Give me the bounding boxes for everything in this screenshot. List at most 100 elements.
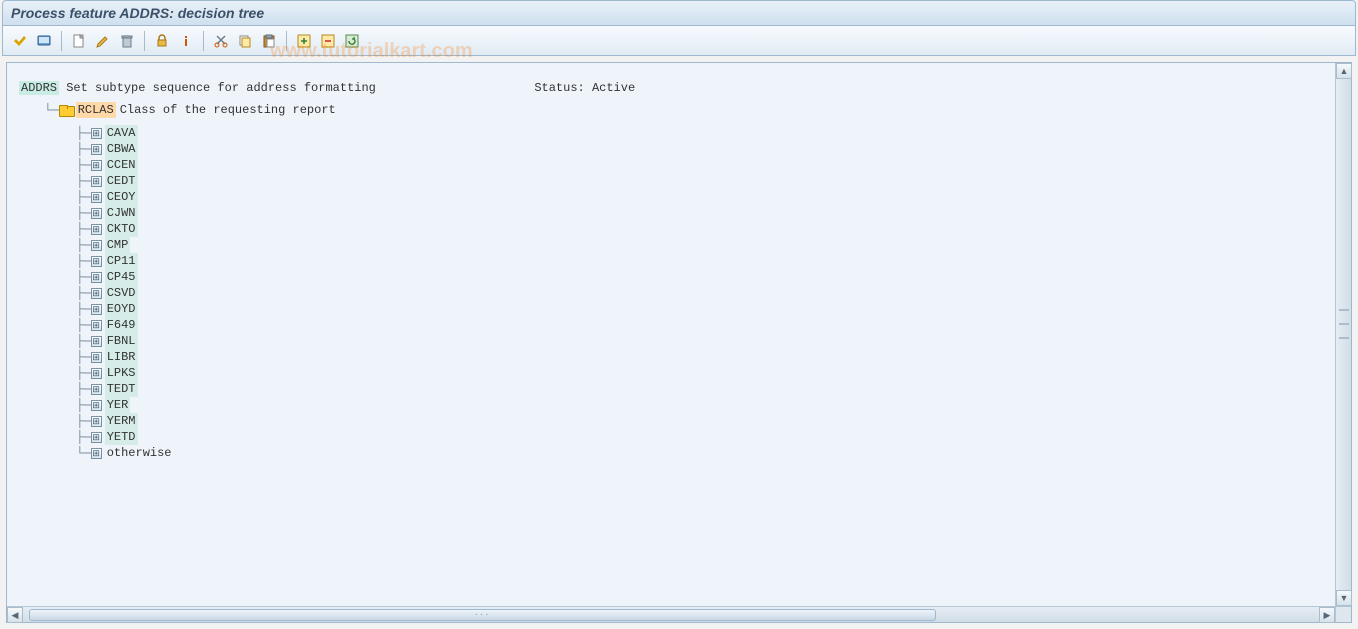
expand-icon[interactable]: ⊞ <box>91 448 102 459</box>
leaf-label[interactable]: CCEN <box>105 157 138 173</box>
lock-icon[interactable] <box>151 30 173 52</box>
leaf-label[interactable]: FBNL <box>105 333 138 349</box>
tree-leaf-row[interactable]: └─⊞otherwise <box>7 445 1335 461</box>
expand-icon[interactable]: ⊞ <box>91 416 102 427</box>
tree-leaf-row[interactable]: ├─⊞CAVA <box>7 125 1335 141</box>
expand-icon[interactable]: ⊞ <box>91 208 102 219</box>
tree-connector: ├─ <box>69 205 91 221</box>
tree-leaf-row[interactable]: ├─⊞FBNL <box>7 333 1335 349</box>
expand-icon[interactable]: ⊞ <box>91 144 102 155</box>
scroll-left-button[interactable]: ◀ <box>7 607 23 623</box>
leaf-label[interactable]: YETD <box>105 429 138 445</box>
tree-leaf-row[interactable]: ├─⊞YETD <box>7 429 1335 445</box>
tree-leaf-row[interactable]: ├─⊞LIBR <box>7 349 1335 365</box>
leaf-label[interactable]: CMP <box>105 237 131 253</box>
hscroll-thumb[interactable] <box>29 609 936 621</box>
leaf-label[interactable]: CEDT <box>105 173 138 189</box>
tree-root-row[interactable]: ADDRS Set subtype sequence for address f… <box>7 81 1335 95</box>
leaf-label[interactable]: TEDT <box>105 381 138 397</box>
expand-icon[interactable]: ⊞ <box>91 352 102 363</box>
tree-leaf-row[interactable]: ├─⊞LPKS <box>7 365 1335 381</box>
expand-icon[interactable]: ⊞ <box>91 288 102 299</box>
leaf-container: ├─⊞CAVA ├─⊞CBWA ├─⊞CCEN ├─⊞CEDT ├─⊞CEOY … <box>7 125 1335 461</box>
display-icon[interactable] <box>33 30 55 52</box>
status-value: Active <box>592 81 635 95</box>
tree-leaf-row[interactable]: ├─⊞F649 <box>7 317 1335 333</box>
expand-icon[interactable]: ⊞ <box>91 256 102 267</box>
paste-icon[interactable] <box>258 30 280 52</box>
leaf-label[interactable]: CEOY <box>105 189 138 205</box>
tree-leaf-row[interactable]: ├─⊞YER <box>7 397 1335 413</box>
tree-leaf-row[interactable]: ├─⊞YERM <box>7 413 1335 429</box>
tree-leaf-row[interactable]: ├─⊞CJWN <box>7 205 1335 221</box>
tree-leaf-row[interactable]: ├─⊞CKTO <box>7 221 1335 237</box>
leaf-label[interactable]: LPKS <box>105 365 138 381</box>
expand-icon[interactable]: ⊞ <box>91 368 102 379</box>
tree-connector: ├─ <box>69 301 91 317</box>
tree-connector: ├─ <box>69 413 91 429</box>
tree-connector: ├─ <box>69 237 91 253</box>
leaf-label[interactable]: CP11 <box>105 253 138 269</box>
leaf-label[interactable]: CKTO <box>105 221 138 237</box>
tree-connector: ├─ <box>69 349 91 365</box>
scroll-up-button[interactable]: ▲ <box>1336 63 1352 79</box>
expand-icon[interactable]: ⊞ <box>91 224 102 235</box>
leaf-label[interactable]: LIBR <box>105 349 138 365</box>
leaf-label[interactable]: CBWA <box>105 141 138 157</box>
tree-leaf-row[interactable]: ├─⊞CEOY <box>7 189 1335 205</box>
copy-icon[interactable] <box>234 30 256 52</box>
tree-connector: ├─ <box>69 253 91 269</box>
scroll-right-button[interactable]: ▶ <box>1319 607 1335 623</box>
leaf-label[interactable]: CSVD <box>105 285 138 301</box>
content-area: ADDRS Set subtype sequence for address f… <box>6 62 1352 623</box>
expand-icon[interactable]: ⊞ <box>91 432 102 443</box>
info-icon[interactable] <box>175 30 197 52</box>
delete-icon[interactable] <box>116 30 138 52</box>
expand-icon[interactable]: ⊞ <box>91 336 102 347</box>
tree-leaf-row[interactable]: ├─⊞CP11 <box>7 253 1335 269</box>
tree-leaf-row[interactable]: ├─⊞CBWA <box>7 141 1335 157</box>
expand-icon[interactable] <box>293 30 315 52</box>
tree-leaf-row[interactable]: ├─⊞EOYD <box>7 301 1335 317</box>
tree-child-row[interactable]: └─ RCLAS Class of the requesting report <box>7 102 1335 118</box>
leaf-label[interactable]: CJWN <box>105 205 138 221</box>
expand-icon[interactable]: ⊞ <box>91 240 102 251</box>
expand-icon[interactable]: ⊞ <box>91 192 102 203</box>
expand-icon[interactable]: ⊞ <box>91 320 102 331</box>
tree-connector: └─ <box>69 445 91 461</box>
expand-icon[interactable]: ⊞ <box>91 272 102 283</box>
expand-icon[interactable]: ⊞ <box>91 160 102 171</box>
leaf-label[interactable]: otherwise <box>105 445 174 461</box>
tree-leaf-row[interactable]: ├─⊞CMP <box>7 237 1335 253</box>
tree-connector: └─ <box>37 102 59 118</box>
leaf-label[interactable]: CAVA <box>105 125 138 141</box>
leaf-label[interactable]: YER <box>105 397 131 413</box>
leaf-label[interactable]: EOYD <box>105 301 138 317</box>
hscroll-track[interactable] <box>23 607 1319 622</box>
expand-icon[interactable]: ⊞ <box>91 176 102 187</box>
tree-leaf-row[interactable]: ├─⊞CP45 <box>7 269 1335 285</box>
tree-leaf-row[interactable]: ├─⊞CCEN <box>7 157 1335 173</box>
leaf-label[interactable]: YERM <box>105 413 138 429</box>
check-icon[interactable] <box>9 30 31 52</box>
cut-icon[interactable] <box>210 30 232 52</box>
vscroll-track[interactable] <box>1336 79 1351 590</box>
edit-icon[interactable] <box>92 30 114 52</box>
expand-icon[interactable]: ⊞ <box>91 304 102 315</box>
collapse-icon[interactable] <box>317 30 339 52</box>
horizontal-scrollbar[interactable]: ◀ ▶ <box>7 606 1335 622</box>
expand-icon[interactable]: ⊞ <box>91 128 102 139</box>
root-code: ADDRS <box>19 81 59 95</box>
create-icon[interactable] <box>68 30 90 52</box>
tree-leaf-row[interactable]: ├─⊞CEDT <box>7 173 1335 189</box>
leaf-label[interactable]: CP45 <box>105 269 138 285</box>
expand-icon[interactable]: ⊞ <box>91 384 102 395</box>
expand-icon[interactable]: ⊞ <box>91 400 102 411</box>
vertical-scrollbar[interactable]: ▲ ▼ <box>1335 63 1351 606</box>
tree-leaf-row[interactable]: ├─⊞CSVD <box>7 285 1335 301</box>
tree-leaf-row[interactable]: ├─⊞TEDT <box>7 381 1335 397</box>
scroll-down-button[interactable]: ▼ <box>1336 590 1352 606</box>
leaf-label[interactable]: F649 <box>105 317 138 333</box>
refresh-icon[interactable] <box>341 30 363 52</box>
scroll-corner <box>1335 606 1351 622</box>
